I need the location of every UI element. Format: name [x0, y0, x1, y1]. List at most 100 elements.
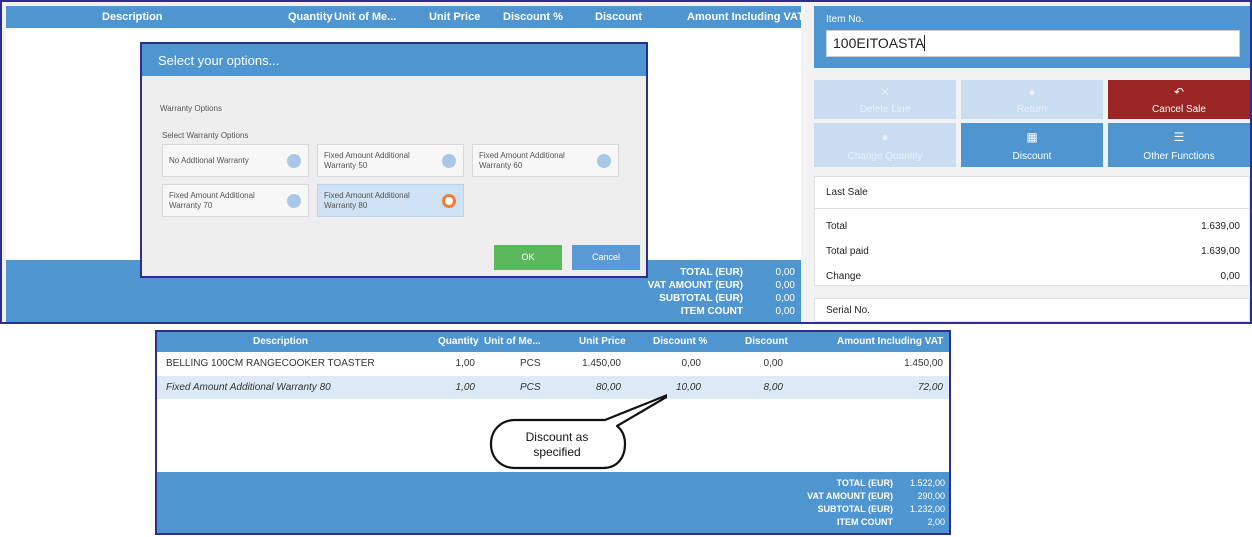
subtotal-value: 0,00	[775, 293, 795, 304]
col-description[interactable]: Description	[102, 11, 163, 23]
total-value: 1.522,00	[909, 478, 945, 488]
item-no-value: 100EITOASTA	[833, 35, 925, 51]
sales-grid-header: Description Quantity Unit of Me... Unit …	[6, 6, 804, 28]
last-sale-title: Last Sale	[826, 187, 868, 198]
radio-icon[interactable]	[287, 194, 301, 208]
return-label: Return	[1016, 104, 1047, 115]
item-count-value: 2,00	[927, 517, 945, 527]
root: Description Quantity Unit of Me... Unit …	[0, 0, 1252, 537]
result-totals: TOTAL (EUR) 1.522,00 VAT AMOUNT (EUR) 29…	[157, 472, 949, 533]
pos-screen: Description Quantity Unit of Me... Unit …	[0, 0, 1252, 324]
text-cursor	[924, 35, 926, 51]
return-button[interactable]: ● Return	[961, 80, 1103, 119]
option-label-2: Warranty 50	[324, 161, 368, 170]
total-label: TOTAL (EUR)	[836, 478, 894, 488]
last-sale-paid-value: 1.639,00	[1201, 246, 1240, 257]
table-row[interactable]: BELLING 100CM RANGECOOKER TOASTER 1,00 P…	[157, 352, 949, 375]
last-sale-change-row: Change 0,00	[826, 271, 1240, 285]
option-label: Fixed Amount Additional	[324, 151, 410, 160]
subtotal-row: SUBTOTAL (EUR) 0,00	[6, 293, 801, 306]
cancel-sale-button[interactable]: ↶ Cancel Sale	[1108, 80, 1250, 119]
discount-label: Discount	[1012, 151, 1052, 162]
cell-description: Fixed Amount Additional Warranty 80	[166, 382, 331, 393]
warranty-subsection-label: Select Warranty Options	[162, 131, 249, 140]
option-warranty-60[interactable]: Fixed Amount Additional Warranty 60	[472, 144, 619, 177]
callout-line-1: Discount as	[525, 430, 589, 444]
cell-description: BELLING 100CM RANGECOOKER TOASTER	[166, 358, 375, 369]
col-description[interactable]: Description	[253, 336, 308, 347]
cell-discount: 0,00	[763, 358, 783, 369]
option-warranty-80[interactable]: Fixed Amount Additional Warranty 80	[317, 184, 464, 217]
item-no-label: Item No.	[826, 14, 864, 25]
col-unit-of-measure[interactable]: Unit of Me...	[484, 336, 541, 347]
last-sale-total-row: Total 1.639,00	[826, 221, 1240, 235]
last-sale-total-label: Total	[826, 221, 848, 232]
change-quantity-label: Change Quantity	[847, 151, 923, 162]
col-discount-pct[interactable]: Discount %	[503, 11, 563, 23]
vat-label: VAT AMOUNT (EUR)	[807, 491, 893, 501]
col-amount-incl-vat[interactable]: Amount Including VAT	[837, 336, 943, 347]
last-sale-paid-label: Total paid	[826, 246, 869, 257]
subtotal-row: SUBTOTAL (EUR) 1.232,00	[157, 504, 949, 517]
callout-line-2: specified	[533, 445, 581, 459]
cancel-button[interactable]: Cancel	[572, 245, 640, 270]
radio-icon[interactable]	[597, 154, 611, 168]
vat-label: VAT AMOUNT (EUR)	[647, 280, 743, 291]
vat-row: VAT AMOUNT (EUR) 290,00	[157, 491, 949, 504]
col-unit-of-measure[interactable]: Unit of Me...	[334, 11, 396, 23]
col-discount[interactable]: Discount	[595, 11, 642, 23]
item-no-input[interactable]: 100EITOASTA	[826, 30, 1240, 57]
cell-quantity: 1,00	[455, 358, 475, 369]
radio-icon[interactable]	[442, 154, 456, 168]
last-sale-change-label: Change	[826, 271, 862, 282]
change-quantity-button[interactable]: ● Change Quantity	[814, 123, 956, 167]
cell-quantity: 1,00	[455, 382, 475, 393]
cell-unit-price: 1.450,00	[582, 358, 621, 369]
callout-text: Discount as specified	[492, 430, 622, 460]
option-label: Fixed Amount Additional	[324, 191, 410, 200]
total-value: 0,00	[775, 267, 795, 278]
warranty-options-dialog: Select your options... Warranty Options …	[140, 42, 648, 278]
col-discount[interactable]: Discount	[745, 336, 788, 347]
total-row: TOTAL (EUR) 1.522,00	[157, 478, 949, 491]
option-warranty-70[interactable]: Fixed Amount Additional Warranty 70	[162, 184, 309, 217]
discount-button[interactable]: ▦ Discount	[961, 123, 1103, 167]
col-amount-incl-vat[interactable]: Amount Including VAT	[687, 11, 804, 23]
cell-unit: PCS	[520, 358, 541, 369]
dialog-title: Select your options...	[142, 44, 646, 76]
result-grid-header: Description Quantity Unit of Me... Unit …	[157, 332, 949, 352]
vat-value: 0,00	[775, 280, 795, 291]
col-quantity[interactable]: Quantity	[438, 336, 479, 347]
subtotal-value: 1.232,00	[909, 504, 945, 514]
item-count-row: ITEM COUNT 2,00	[157, 517, 949, 530]
warranty-section-label: Warranty Options	[160, 104, 222, 113]
vat-row: VAT AMOUNT (EUR) 0,00	[6, 280, 801, 293]
option-label-2: Warranty 70	[169, 201, 213, 210]
option-label: No Addtional Warranty	[169, 156, 249, 165]
ok-button[interactable]: OK	[494, 245, 562, 270]
delete-line-button[interactable]: ✕ Delete Line	[814, 80, 956, 119]
col-unit-price[interactable]: Unit Price	[579, 336, 626, 347]
divider	[815, 208, 1249, 209]
col-unit-price[interactable]: Unit Price	[429, 11, 480, 23]
option-no-warranty[interactable]: No Addtional Warranty	[162, 144, 309, 177]
cell-amount: 1.450,00	[904, 358, 943, 369]
item-count-row: ITEM COUNT 0,00	[6, 306, 801, 319]
radio-selected-icon[interactable]	[442, 194, 456, 208]
radio-icon[interactable]	[287, 154, 301, 168]
item-no-panel: Item No. 100EITOASTA	[814, 6, 1250, 68]
option-label-2: Warranty 80	[324, 201, 368, 210]
option-warranty-50[interactable]: Fixed Amount Additional Warranty 50	[317, 144, 464, 177]
col-quantity[interactable]: Quantity	[288, 11, 333, 23]
last-sale-total-value: 1.639,00	[1201, 221, 1240, 232]
delete-line-label: Delete Line	[859, 104, 911, 115]
col-discount-pct[interactable]: Discount %	[653, 336, 707, 347]
return-icon: ●	[1028, 85, 1036, 99]
vat-value: 290,00	[917, 491, 945, 501]
serial-no-panel[interactable]: Serial No.	[814, 298, 1250, 322]
last-sale-paid-row: Total paid 1.639,00	[826, 246, 1240, 260]
last-sale-panel: Last Sale Total 1.639,00 Total paid 1.63…	[814, 176, 1250, 286]
option-label: Fixed Amount Additional	[169, 191, 255, 200]
other-functions-button[interactable]: ☰ Other Functions	[1108, 123, 1250, 167]
serial-no-label: Serial No.	[826, 305, 870, 316]
